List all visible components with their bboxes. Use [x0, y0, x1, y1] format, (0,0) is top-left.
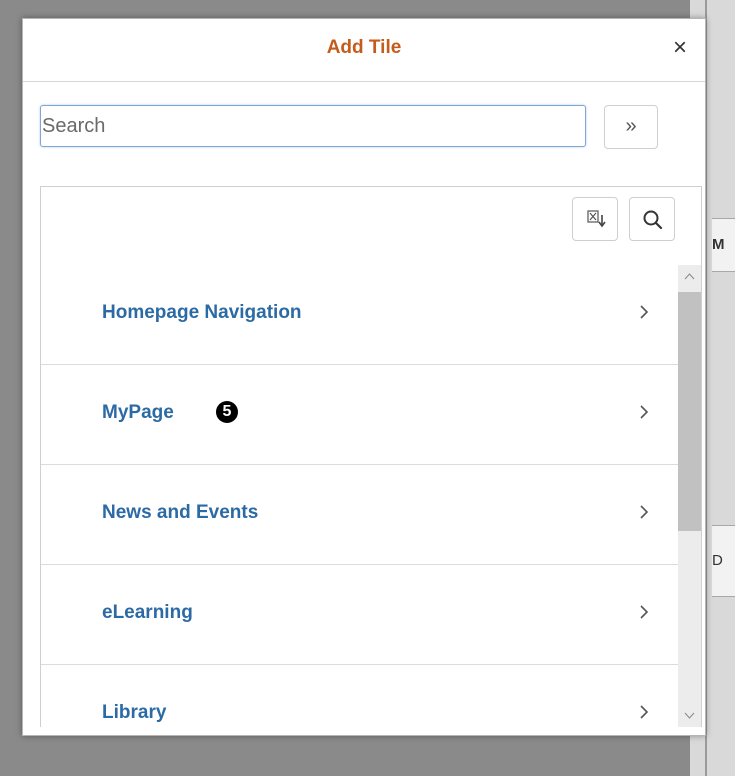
chevron-right-icon [640, 605, 649, 619]
list-item-library[interactable]: Library [41, 665, 678, 727]
search-go-button[interactable]: » [604, 105, 658, 149]
scroll-down-button[interactable] [678, 703, 701, 727]
list-toolbar [41, 187, 701, 265]
chevron-down-icon [684, 712, 695, 719]
find-button[interactable] [629, 197, 675, 241]
chevron-up-icon [684, 273, 695, 280]
close-button[interactable]: × [667, 35, 693, 61]
tile-list-panel: Homepage Navigation MyPage 5 News and Ev… [40, 186, 702, 727]
scrollbar-thumb[interactable] [678, 292, 701, 531]
list-item-label: News and Events [102, 502, 259, 523]
list-item-label: eLearning [102, 602, 193, 623]
dialog-title: Add Tile [326, 37, 402, 58]
background-fragment-bottom: D [712, 525, 735, 597]
excel-export-icon [587, 210, 606, 228]
list-item-label: Library [102, 702, 167, 723]
add-tile-dialog: Add Tile × » Homepage [22, 18, 706, 736]
dialog-header: Add Tile × [23, 19, 705, 82]
chevron-right-icon [640, 505, 649, 519]
list-item-mypage[interactable]: MyPage 5 [41, 365, 678, 465]
list-item-label: MyPage [102, 402, 174, 423]
search-icon [643, 210, 663, 230]
scroll-up-button[interactable] [678, 265, 701, 289]
list-item-elearning[interactable]: eLearning [41, 565, 678, 665]
list-item-label: Homepage Navigation [102, 302, 302, 323]
chevron-right-icon [640, 305, 649, 319]
export-button[interactable] [572, 197, 618, 241]
chevron-right-icon [640, 405, 649, 419]
list-item-news-and-events[interactable]: News and Events [41, 465, 678, 565]
background-fragment-top: M [712, 218, 735, 272]
step-number-badge: 5 [216, 401, 238, 423]
tile-category-list: Homepage Navigation MyPage 5 News and Ev… [41, 265, 678, 727]
chevron-right-icon [640, 705, 649, 719]
list-item-homepage-navigation[interactable]: Homepage Navigation [41, 265, 678, 365]
search-input[interactable] [40, 105, 586, 147]
vertical-scrollbar[interactable] [678, 265, 701, 727]
